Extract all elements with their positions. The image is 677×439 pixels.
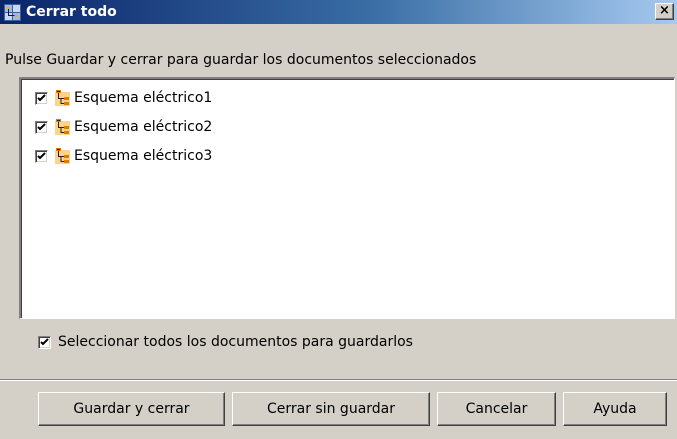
- select-all-checkbox[interactable]: [38, 335, 51, 349]
- list-item[interactable]: Esquema eléctrico1: [35, 87, 212, 109]
- close-without-saving-button[interactable]: Cerrar sin guardar: [232, 392, 430, 426]
- dialog-title: Cerrar todo: [26, 4, 117, 20]
- multi-document-icon: [4, 4, 21, 21]
- close-icon: ×: [659, 3, 670, 18]
- checkmark-icon: [37, 122, 46, 130]
- title-bar[interactable]: Cerrar todo ×: [0, 0, 677, 24]
- close-button[interactable]: ×: [655, 3, 674, 20]
- cancel-button[interactable]: Cancelar: [437, 392, 556, 426]
- schematic-document-icon: [54, 147, 72, 165]
- save-and-close-button[interactable]: Guardar y cerrar: [38, 392, 225, 426]
- schematic-document-icon: [54, 89, 72, 107]
- document-checkbox[interactable]: [35, 120, 48, 134]
- help-button[interactable]: Ayuda: [563, 392, 667, 426]
- select-all-option[interactable]: Seleccionar todos los documentos para gu…: [38, 334, 413, 350]
- list-item[interactable]: Esquema eléctrico3: [35, 145, 212, 167]
- divider: [0, 379, 677, 381]
- checkmark-icon: [37, 93, 46, 101]
- close-all-dialog: Cerrar todo × Pulse Guardar y cerrar par…: [0, 0, 677, 439]
- checkmark-icon: [40, 337, 49, 345]
- document-checkbox[interactable]: [35, 91, 48, 105]
- document-checkbox[interactable]: [35, 149, 48, 163]
- instruction-text: Pulse Guardar y cerrar para guardar los …: [5, 52, 477, 68]
- documents-list[interactable]: Esquema eléctrico1 Esquema eléctrico2 Es…: [19, 77, 675, 319]
- document-label: Esquema eléctrico2: [74, 119, 213, 135]
- select-all-label: Seleccionar todos los documentos para gu…: [58, 334, 413, 350]
- schematic-document-icon: [54, 118, 72, 136]
- document-label: Esquema eléctrico1: [74, 90, 213, 106]
- checkmark-icon: [37, 151, 46, 159]
- document-label: Esquema eléctrico3: [74, 148, 213, 164]
- list-item[interactable]: Esquema eléctrico2: [35, 116, 212, 138]
